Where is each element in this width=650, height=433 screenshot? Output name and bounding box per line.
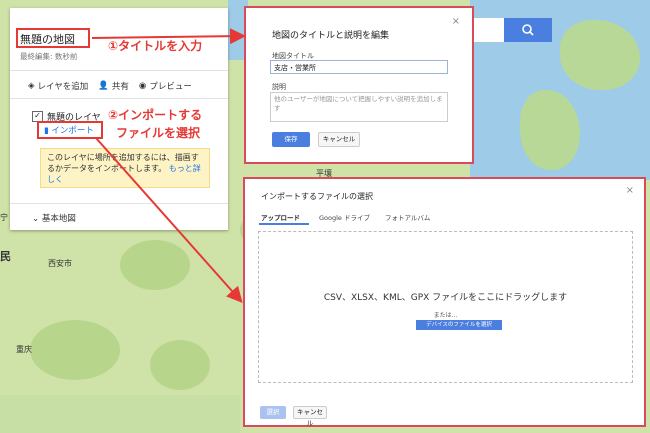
arrow-to-import-dialog xyxy=(95,137,243,303)
arrow-to-edit-dialog xyxy=(91,28,246,45)
annotation-arrows xyxy=(91,28,246,303)
